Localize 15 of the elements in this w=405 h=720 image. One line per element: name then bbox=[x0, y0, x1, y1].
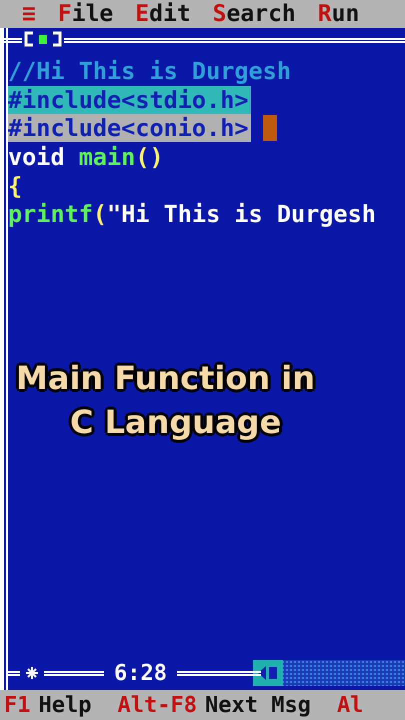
shortcut-hint: Al bbox=[336, 692, 364, 718]
menu-item[interactable]: Edit bbox=[127, 0, 199, 28]
code-line: { bbox=[8, 172, 24, 200]
code-line: //Hi This is Durgesh bbox=[8, 57, 292, 86]
scroll-left-icon[interactable] bbox=[253, 660, 283, 686]
horizontal-scrollbar[interactable] bbox=[253, 660, 405, 686]
shortcut-hint: F1 Help bbox=[4, 692, 92, 718]
menu-item[interactable]: File bbox=[50, 0, 122, 28]
caption-overlay: Main Function in C Language bbox=[16, 358, 316, 443]
close-box-icon[interactable] bbox=[22, 31, 64, 47]
code-line: printf("Hi This is Durgesh bbox=[8, 200, 377, 228]
menu-item[interactable]: Search bbox=[204, 0, 304, 28]
code-line: void main() bbox=[8, 143, 165, 172]
menu-item[interactable]: Run bbox=[310, 0, 368, 28]
shortcut-hint: Alt-F8 Next Msg bbox=[117, 692, 311, 718]
